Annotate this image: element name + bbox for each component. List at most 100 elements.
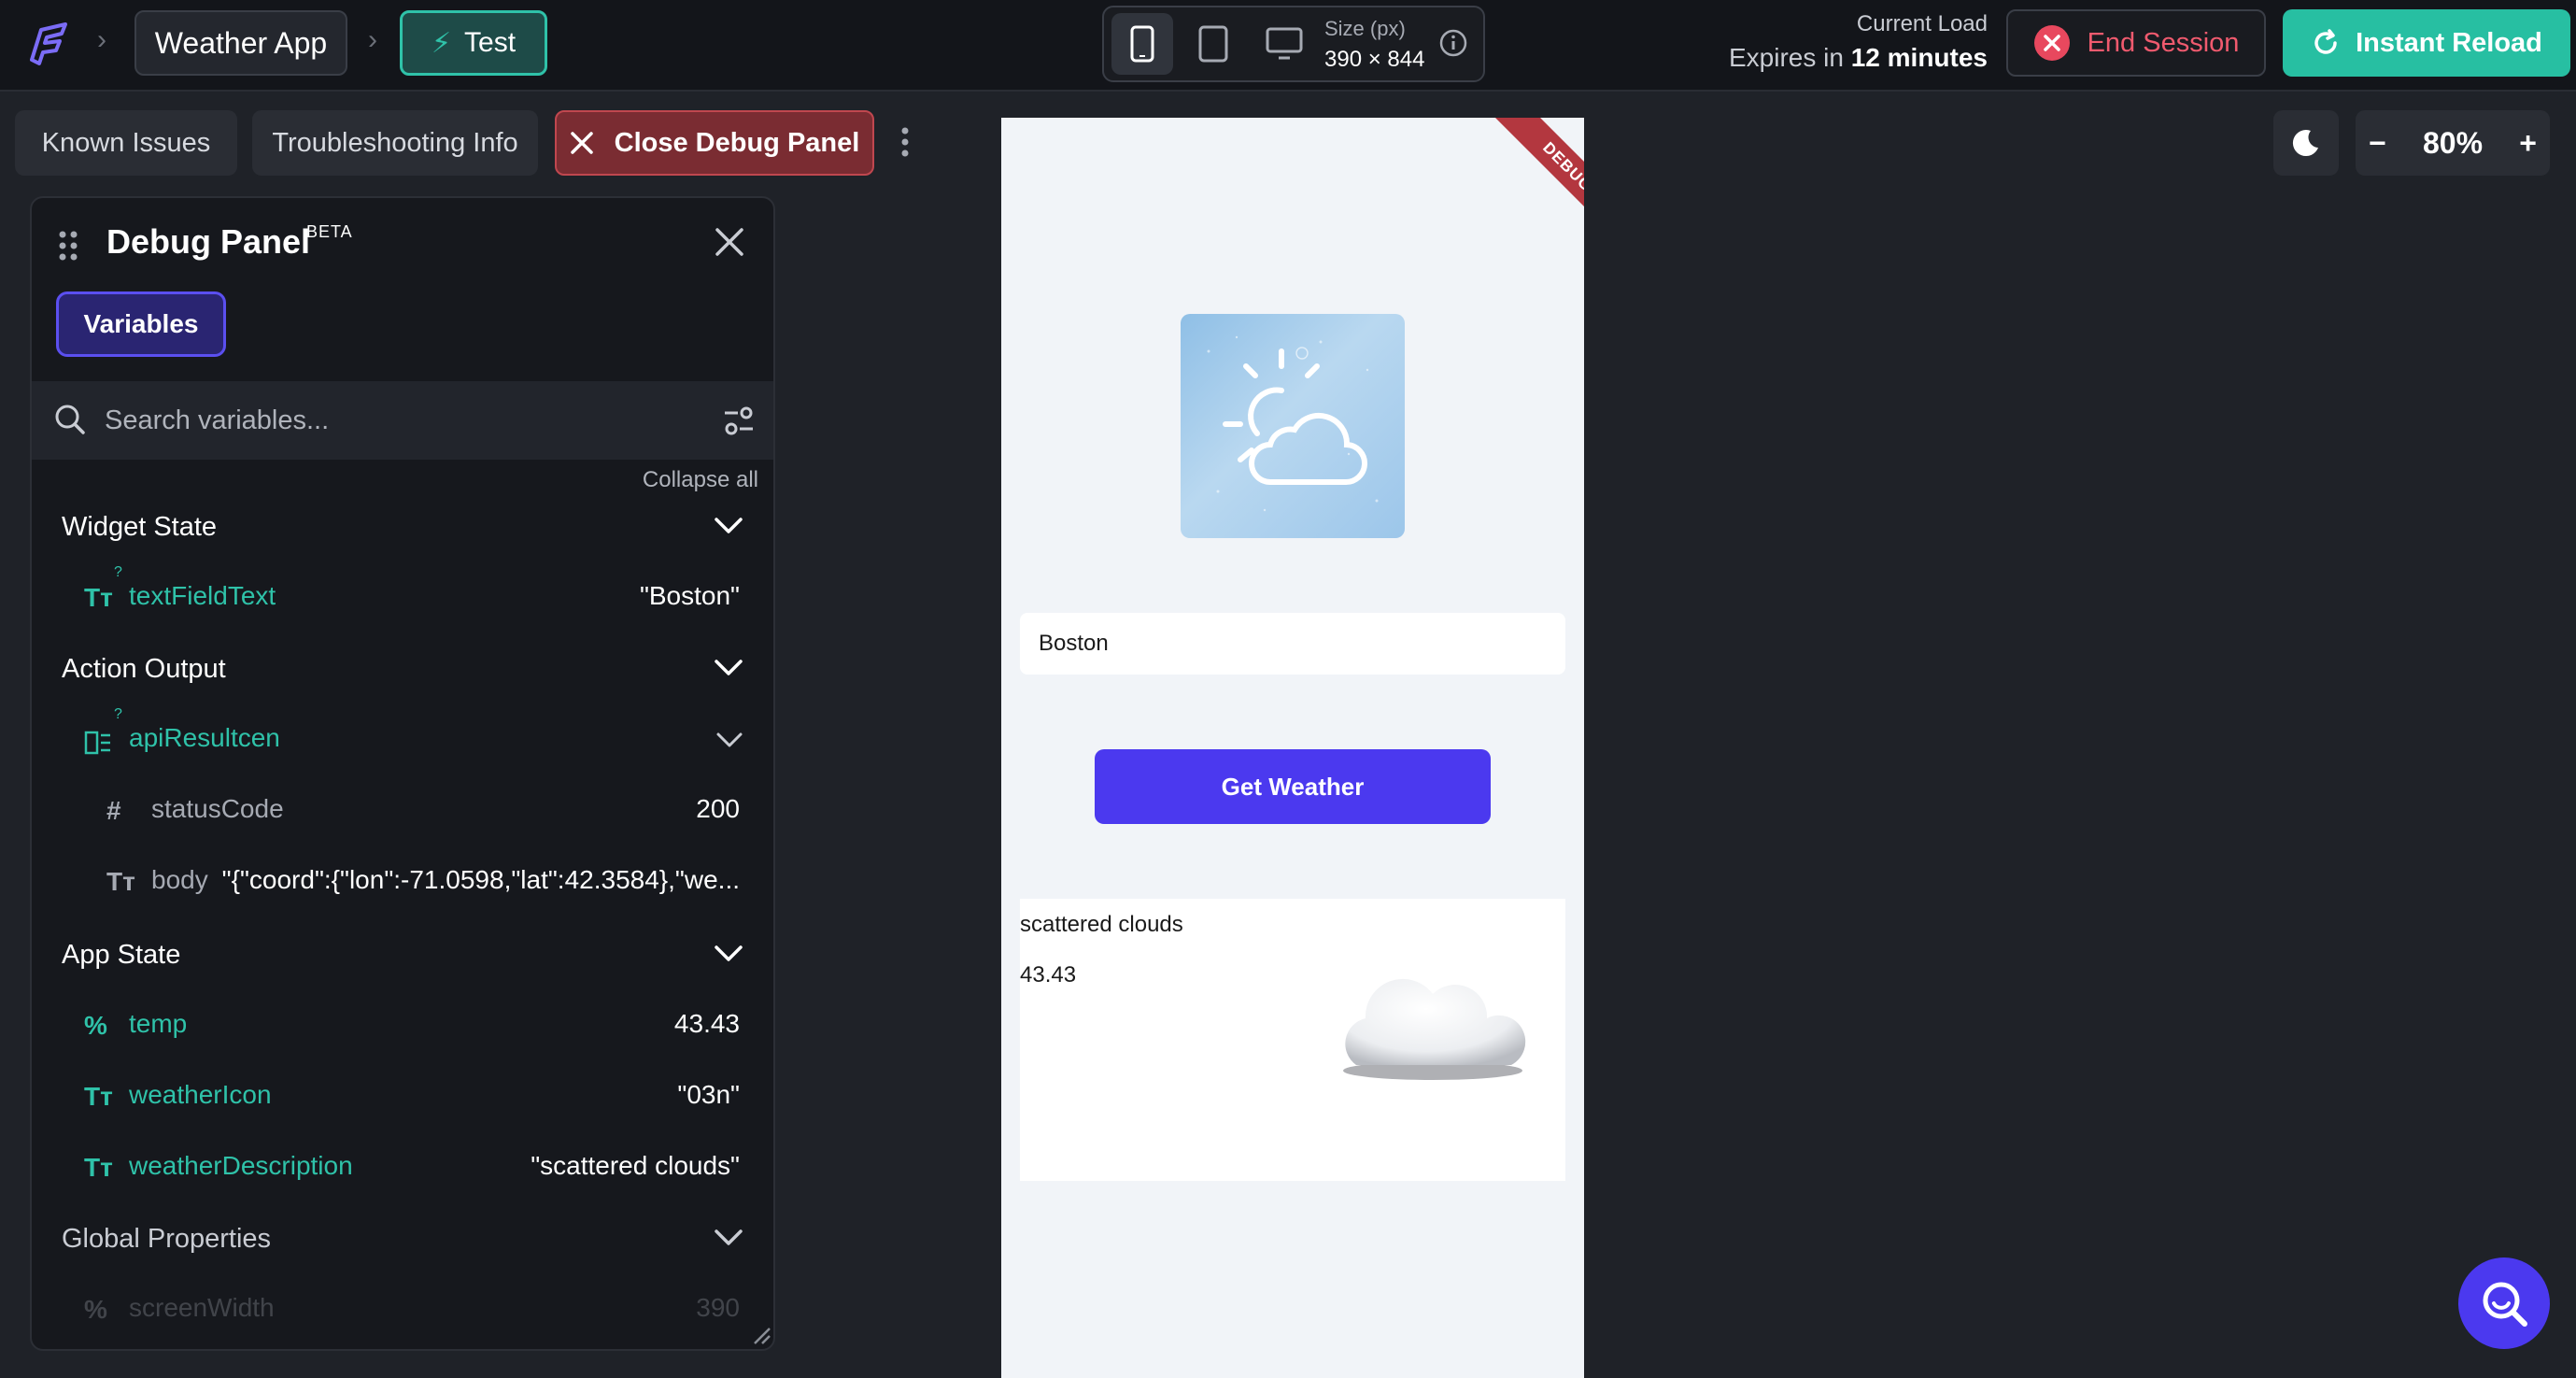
close-debug-panel-button[interactable]: Close Debug Panel bbox=[555, 110, 874, 176]
filter-icon[interactable] bbox=[723, 405, 755, 437]
cloud-icon bbox=[1328, 960, 1534, 1091]
test-mode-label: Test bbox=[464, 27, 517, 58]
lightning-icon: ⚡ bbox=[431, 27, 452, 59]
variable-row[interactable]: % screenWidth 390 bbox=[32, 1272, 773, 1343]
variable-row-api-result[interactable]: ? apiResultcen bbox=[32, 703, 773, 774]
section-label: Widget State bbox=[62, 512, 218, 542]
section-label: Global Properties bbox=[62, 1224, 272, 1254]
variable-value: "Boston" bbox=[639, 581, 740, 610]
text-type-icon: Tт bbox=[84, 1082, 113, 1111]
weather-description: scattered clouds bbox=[1020, 912, 1183, 937]
search-input[interactable] bbox=[105, 394, 684, 447]
phone-icon bbox=[1130, 25, 1154, 63]
expires-text: Expires in 12 minutes bbox=[1635, 43, 1988, 73]
instant-reload-label: Instant Reload bbox=[2356, 27, 2542, 58]
number-type-icon: # bbox=[106, 796, 121, 825]
section-label: Action Output bbox=[62, 654, 226, 684]
info-icon[interactable] bbox=[1438, 28, 1468, 58]
variable-value: 390 bbox=[696, 1293, 740, 1322]
beta-badge: BETA bbox=[306, 222, 353, 241]
variable-name: statusCode bbox=[151, 794, 284, 823]
temperature-value: 43.43 bbox=[1020, 962, 1077, 987]
close-icon bbox=[570, 132, 593, 154]
breadcrumb-app-name[interactable]: Weather App bbox=[134, 10, 347, 76]
nullable-marker: ? bbox=[114, 564, 122, 580]
reload-icon bbox=[2314, 29, 2337, 54]
close-icon[interactable] bbox=[714, 226, 745, 258]
instant-reload-button[interactable]: Instant Reload bbox=[2283, 9, 2570, 77]
device-selector: Size (px) 390 × 844 bbox=[1102, 6, 1485, 82]
breadcrumb-separator-icon: › bbox=[368, 24, 377, 55]
known-issues-button[interactable]: Known Issues bbox=[15, 110, 237, 176]
variable-value: "scattered clouds" bbox=[531, 1151, 740, 1180]
sun-cloud-icon bbox=[1207, 335, 1379, 512]
variable-search-bar bbox=[32, 381, 773, 460]
help-search-button[interactable] bbox=[2458, 1257, 2550, 1349]
section-action-output[interactable]: Action Output bbox=[32, 637, 773, 703]
expires-value: 12 minutes bbox=[1850, 43, 1988, 72]
app-preview: DEBUG Get Weather scattered clouds 43.43 bbox=[1001, 118, 1584, 1378]
flutterflow-logo-icon[interactable] bbox=[22, 17, 75, 69]
more-vertical-icon[interactable] bbox=[899, 123, 912, 161]
double-type-icon: % bbox=[84, 1295, 107, 1324]
end-session-button[interactable]: End Session bbox=[2006, 9, 2266, 77]
variable-value: 43.43 bbox=[673, 1009, 740, 1038]
current-load-label: Current Load bbox=[1856, 11, 1988, 36]
variable-row[interactable]: % temp 43.43 bbox=[32, 988, 773, 1059]
variable-value: "{"coord":{"lon":-71.0598,"lat":42.3584}… bbox=[221, 865, 740, 894]
resize-handle-icon[interactable] bbox=[751, 1325, 771, 1345]
collapse-all-link[interactable]: Collapse all bbox=[592, 467, 758, 493]
variable-name: weatherIcon bbox=[129, 1080, 272, 1109]
variable-row[interactable]: ? Tт textFieldText "Boston" bbox=[32, 561, 773, 632]
dark-mode-toggle[interactable] bbox=[2273, 110, 2339, 176]
phone-device-button[interactable] bbox=[1111, 13, 1173, 75]
drag-handle-icon[interactable] bbox=[58, 230, 78, 262]
variable-row[interactable]: # statusCode 200 bbox=[32, 774, 773, 845]
variable-name: textFieldText bbox=[129, 581, 276, 610]
section-app-state[interactable]: App State bbox=[32, 923, 773, 988]
moon-icon bbox=[2292, 130, 2318, 157]
variable-row[interactable]: Tт body "{"coord":{"lon":-71.0598,"lat":… bbox=[32, 845, 773, 916]
size-value: 390 × 844 bbox=[1324, 47, 1425, 72]
chevron-down-icon bbox=[715, 1229, 743, 1245]
text-type-icon: Tт bbox=[84, 583, 113, 612]
size-label: Size (px) bbox=[1324, 17, 1406, 40]
close-debug-panel-label: Close Debug Panel bbox=[614, 127, 860, 158]
variable-name: apiResultcen bbox=[129, 723, 280, 752]
tablet-device-button[interactable] bbox=[1182, 13, 1244, 75]
search-icon bbox=[52, 402, 88, 437]
tablet-icon bbox=[1198, 25, 1228, 63]
zoom-out-button[interactable]: − bbox=[2369, 126, 2386, 161]
desktop-device-button[interactable] bbox=[1253, 13, 1315, 75]
search-icon bbox=[2483, 1282, 2527, 1327]
section-label: App State bbox=[62, 940, 181, 970]
tab-variables[interactable]: Variables bbox=[56, 291, 226, 357]
variable-name: body bbox=[151, 865, 208, 894]
top-bar: › Weather App › ⚡ Test Size (px) 390 × 8… bbox=[0, 0, 2576, 92]
variable-value: "03n" bbox=[677, 1080, 740, 1109]
double-type-icon: % bbox=[84, 1011, 107, 1040]
zoom-control: − 80% + bbox=[2356, 110, 2550, 176]
variable-row[interactable]: Tт weatherDescription "scattered clouds" bbox=[32, 1130, 773, 1201]
troubleshooting-info-button[interactable]: Troubleshooting Info bbox=[252, 110, 538, 176]
debug-panel: Debug Panel BETA Variables Collapse all … bbox=[30, 196, 775, 1351]
debug-panel-title: Debug Panel bbox=[106, 222, 311, 261]
variable-name: temp bbox=[129, 1009, 188, 1038]
city-input[interactable] bbox=[1020, 613, 1565, 675]
weather-logo-image bbox=[1181, 314, 1405, 538]
text-type-icon: Tт bbox=[106, 867, 135, 896]
variable-name: screenWidth bbox=[129, 1293, 275, 1322]
test-mode-button[interactable]: ⚡ Test bbox=[400, 10, 547, 76]
chevron-down-icon bbox=[715, 945, 743, 961]
zoom-in-button[interactable]: + bbox=[2519, 126, 2537, 161]
end-session-label: End Session bbox=[2087, 27, 2240, 58]
chevron-down-icon bbox=[715, 518, 743, 533]
section-widget-state[interactable]: Widget State bbox=[32, 495, 773, 561]
zoom-level: 80% bbox=[2422, 125, 2484, 160]
weather-result-card: scattered clouds 43.43 bbox=[1020, 899, 1565, 1181]
variable-row[interactable]: Tт weatherIcon "03n" bbox=[32, 1059, 773, 1130]
api-response-icon bbox=[84, 731, 110, 755]
variable-value: 200 bbox=[696, 794, 740, 823]
get-weather-button[interactable]: Get Weather bbox=[1095, 749, 1491, 824]
section-global-properties[interactable]: Global Properties bbox=[32, 1207, 773, 1272]
